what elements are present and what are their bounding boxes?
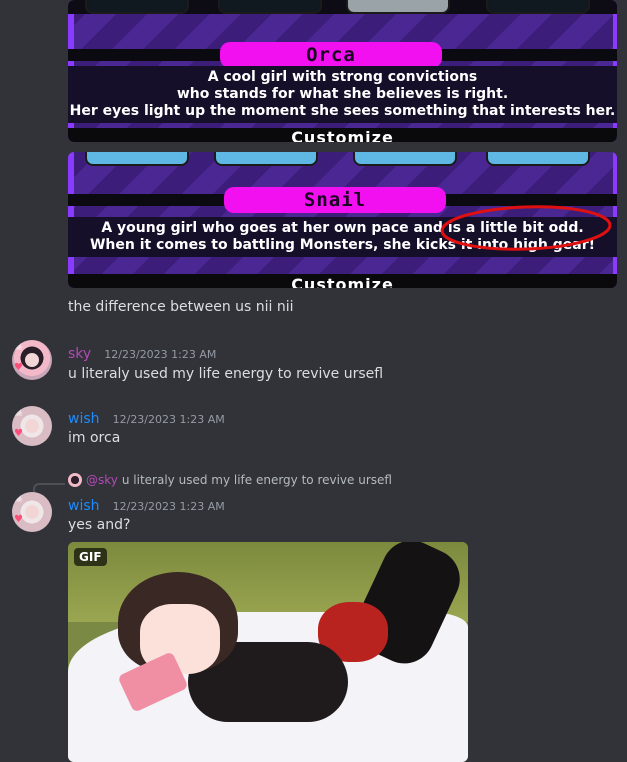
avatar[interactable]: ♥ ☠ <box>12 492 52 532</box>
skull-icon: ☠ <box>14 342 23 353</box>
avatar-face <box>25 419 39 433</box>
message-text: the difference between us nii nii <box>68 299 294 315</box>
description-line: Her eyes light up the moment she sees so… <box>69 103 616 119</box>
character-icon-slot <box>218 0 322 14</box>
character-name: Snail <box>224 187 446 213</box>
message-text: im orca <box>68 430 121 446</box>
red-circle-annotation <box>440 205 612 251</box>
character-icon-slot <box>85 0 189 14</box>
character-icon-slot <box>486 152 590 166</box>
timestamp: 12/23/2023 1:23 AM <box>112 500 225 513</box>
skull-icon: ☠ <box>14 408 23 419</box>
character-icon-slot <box>486 0 590 14</box>
message-text: yes and? <box>68 517 131 533</box>
character-icon-slot <box>353 152 457 166</box>
character-icon-slot <box>214 152 318 166</box>
heart-icon: ♥ <box>14 362 23 373</box>
timestamp: 12/23/2023 1:23 AM <box>104 348 217 361</box>
character-description: A cool girl with strong convictions who … <box>68 66 617 123</box>
heart-icon: ♥ <box>14 428 23 439</box>
message-header: wish 12/23/2023 1:23 AM <box>68 408 225 427</box>
avatar[interactable]: ♥ ☠ <box>12 406 52 446</box>
heart-icon: ♥ <box>14 514 23 525</box>
reply-text: u literaly used my life energy to revive… <box>121 473 392 487</box>
character-icon-slot <box>346 0 450 14</box>
gif-badge: GIF <box>74 548 107 566</box>
username[interactable]: sky <box>68 346 91 362</box>
avatar-face <box>25 353 39 367</box>
description-line: A cool girl with strong convictions <box>207 69 478 85</box>
game-screenshot-snail[interactable]: Snail A young girl who goes at her own p… <box>68 152 617 288</box>
message-text: u literaly used my life energy to revive… <box>68 366 384 382</box>
reply-preview[interactable]: @sky u literaly used my life energy to r… <box>68 473 392 487</box>
reply-avatar <box>68 473 82 487</box>
timestamp: 12/23/2023 1:23 AM <box>112 413 225 426</box>
avatar-face <box>25 505 39 519</box>
character-name: Orca <box>220 42 442 68</box>
gif-attachment[interactable]: GIF <box>68 542 468 762</box>
skull-icon: ☠ <box>14 494 23 505</box>
message-header: wish 12/23/2023 1:23 AM <box>68 495 225 514</box>
description-line: who stands for what she believes is righ… <box>176 86 509 102</box>
character-icon-slot <box>85 152 189 166</box>
customize-bar: Customize <box>68 274 617 288</box>
reply-mention[interactable]: @sky <box>86 473 118 487</box>
avatar[interactable]: ♥ ☠ <box>12 340 52 380</box>
username[interactable]: wish <box>68 411 100 427</box>
customize-bar: Customize <box>68 128 617 142</box>
game-screenshot-orca[interactable]: Orca A cool girl with strong convictions… <box>68 0 617 142</box>
username[interactable]: wish <box>68 498 100 514</box>
message-header: sky 12/23/2023 1:23 AM <box>68 343 216 362</box>
